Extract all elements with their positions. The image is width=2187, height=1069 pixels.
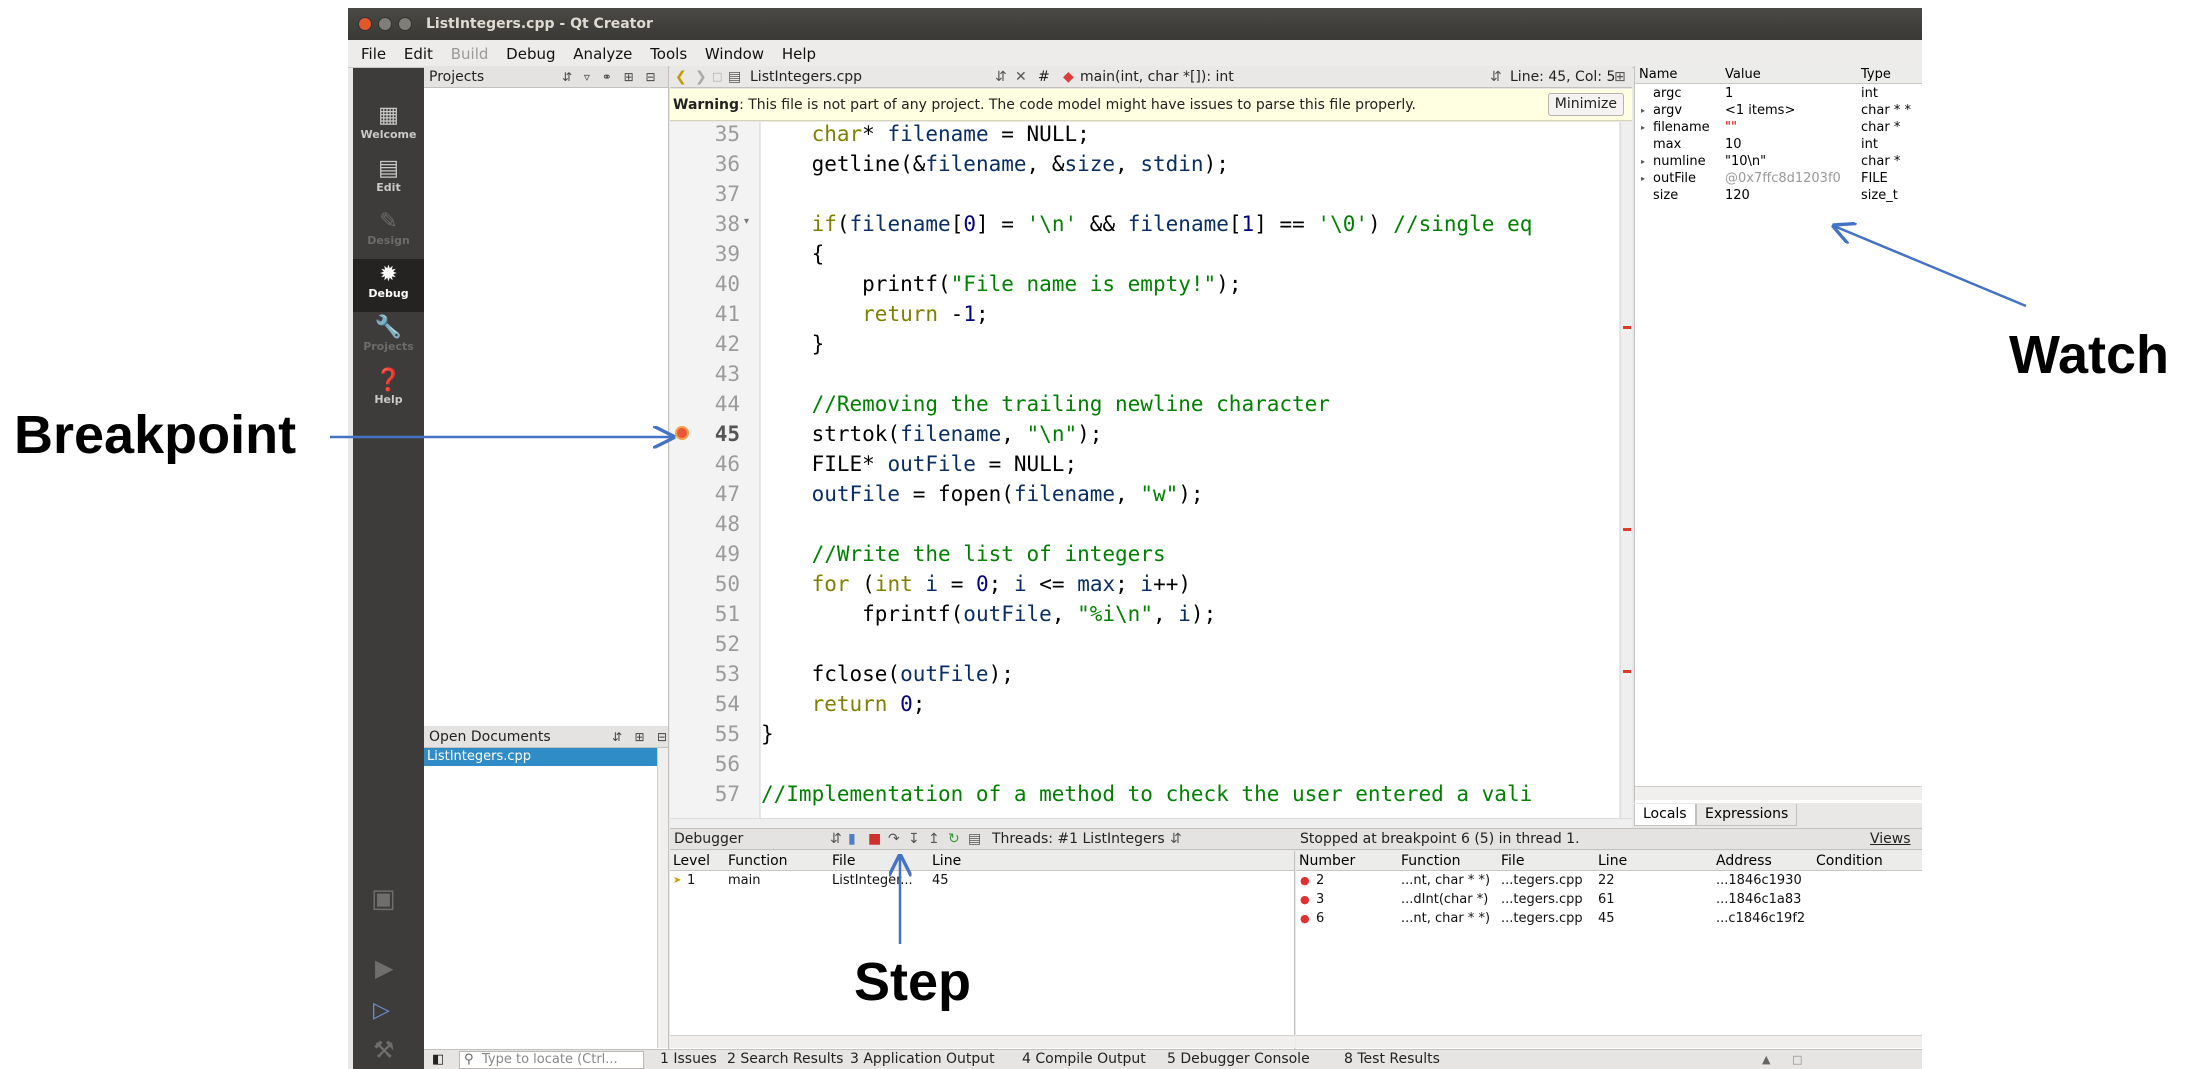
annotation-arrows [330, 0, 2027, 944]
watch-arrow [1834, 226, 2027, 308]
